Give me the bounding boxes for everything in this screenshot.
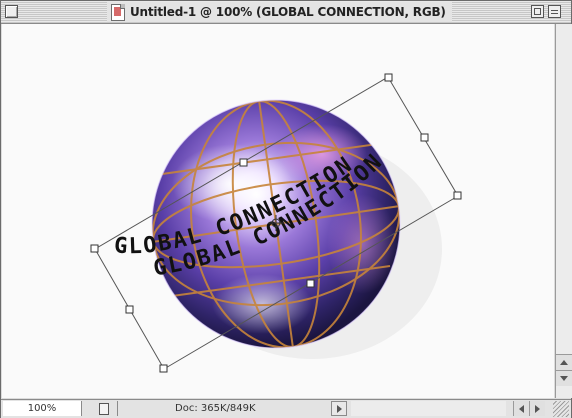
window-title: Untitled-1 @ 100% (GLOBAL CONNECTION, RG…: [130, 5, 446, 19]
arrow-right-icon: [535, 404, 540, 413]
zoom-box-icon[interactable]: [531, 5, 544, 18]
transform-handle[interactable]: [384, 73, 393, 82]
arrow-right-icon: [336, 404, 342, 413]
status-bar: 100% Doc: 365K/849K: [1, 399, 571, 418]
collapse-box-icon[interactable]: [548, 5, 561, 18]
artwork: GLOBAL CONNECTION GLOBAL CONNECTION: [90, 73, 462, 373]
scroll-right-button[interactable]: [529, 401, 545, 416]
title-bar[interactable]: Untitled-1 @ 100% (GLOBAL CONNECTION, RG…: [1, 1, 571, 24]
grow-box-icon[interactable]: [553, 401, 569, 417]
status-menu-button[interactable]: [331, 401, 347, 416]
scroll-down-button[interactable]: [556, 370, 572, 386]
window-title-wrap: Untitled-1 @ 100% (GLOBAL CONNECTION, RG…: [107, 2, 452, 22]
vertical-scrollbar[interactable]: [555, 24, 572, 398]
close-box-icon[interactable]: [5, 5, 18, 18]
page-setup-icon: [99, 402, 109, 415]
page-preview-button[interactable]: [91, 401, 118, 416]
scroll-left-button[interactable]: [513, 401, 529, 416]
transform-handle[interactable]: [159, 364, 168, 373]
doc-size-text: Doc: 365K/849K: [175, 403, 256, 414]
scroll-up-button[interactable]: [556, 354, 572, 370]
doc-size-info: Doc: 365K/849K: [161, 401, 331, 416]
transform-handle[interactable]: [306, 279, 315, 288]
transform-handle[interactable]: [453, 191, 462, 200]
transform-handle[interactable]: [90, 244, 99, 253]
arrow-left-icon: [519, 404, 524, 413]
arrow-up-icon: [560, 360, 568, 365]
transform-handle[interactable]: [420, 133, 429, 142]
zoom-level-field[interactable]: 100%: [3, 401, 82, 416]
horizontal-scroll-track[interactable]: [351, 401, 506, 416]
document-icon: [111, 3, 125, 21]
zoom-level: 100%: [27, 403, 57, 414]
image-canvas[interactable]: GLOBAL CONNECTION GLOBAL CONNECTION: [2, 24, 554, 398]
transform-handle[interactable]: [239, 158, 248, 167]
arrow-down-icon: [560, 376, 568, 381]
transform-handle[interactable]: [125, 305, 134, 314]
document-window: Untitled-1 @ 100% (GLOBAL CONNECTION, RG…: [0, 0, 572, 418]
